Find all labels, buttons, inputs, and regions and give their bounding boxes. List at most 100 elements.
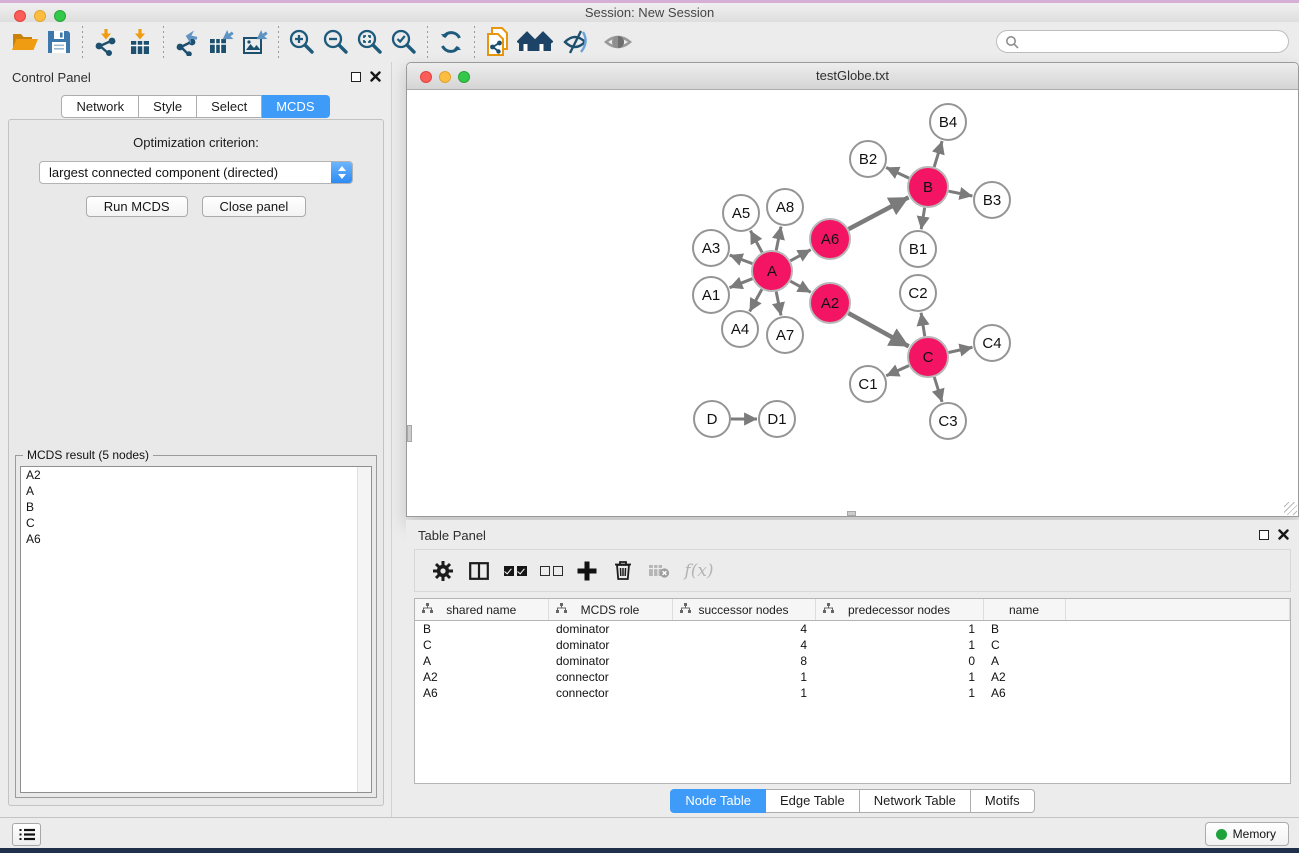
column-header-name[interactable]: name xyxy=(983,599,1065,621)
node-C[interactable]: C xyxy=(908,337,948,377)
column-header-successor-nodes[interactable]: successor nodes xyxy=(672,599,815,621)
close-window-button[interactable] xyxy=(14,10,26,22)
table-row[interactable]: Cdominator 41 C xyxy=(415,637,1290,653)
show-hide-details-icon[interactable] xyxy=(555,26,597,58)
table-row[interactable]: Adominator 80 A xyxy=(415,653,1290,669)
horizontal-scrollbar-thumb[interactable] xyxy=(847,511,856,516)
node-C1[interactable]: C1 xyxy=(850,366,886,402)
table-row[interactable]: Bdominator 41 B xyxy=(415,621,1290,638)
zoom-fit-icon[interactable] xyxy=(353,26,387,58)
list-item[interactable]: A xyxy=(21,483,371,499)
home-icon[interactable] xyxy=(515,26,555,58)
network-from-selection-icon[interactable] xyxy=(481,26,515,58)
edge-C-C1[interactable] xyxy=(886,366,909,376)
edge-A-A1[interactable] xyxy=(730,279,753,288)
list-item[interactable]: B xyxy=(21,499,371,515)
function-builder-icon[interactable]: f(x) xyxy=(677,556,721,586)
list-item[interactable]: C xyxy=(21,515,371,531)
node-D[interactable]: D xyxy=(694,401,730,437)
tab-network[interactable]: Network xyxy=(61,95,139,118)
minimize-window-button[interactable] xyxy=(34,10,46,22)
open-session-icon[interactable] xyxy=(8,26,42,58)
resize-grip[interactable] xyxy=(1284,502,1297,515)
memory-button[interactable]: Memory xyxy=(1205,822,1289,846)
float-panel-icon[interactable] xyxy=(351,72,361,82)
node-C4[interactable]: C4 xyxy=(974,325,1010,361)
vertical-scrollbar-thumb[interactable] xyxy=(407,425,412,442)
network-window-titlebar[interactable]: testGlobe.txt xyxy=(407,63,1298,90)
export-table-icon[interactable] xyxy=(204,26,238,58)
search-input[interactable] xyxy=(1023,34,1288,50)
export-image-icon[interactable] xyxy=(238,26,272,58)
close-network-button[interactable] xyxy=(420,71,432,83)
tab-motifs[interactable]: Motifs xyxy=(971,789,1035,813)
delete-columns-icon[interactable] xyxy=(605,556,641,586)
node-B4[interactable]: B4 xyxy=(930,104,966,140)
edge-A-A5[interactable] xyxy=(750,231,762,253)
run-mcds-button[interactable]: Run MCDS xyxy=(86,196,188,217)
node-B2[interactable]: B2 xyxy=(850,141,886,177)
edge-A-A3[interactable] xyxy=(730,255,753,264)
edge-B-B1[interactable] xyxy=(921,208,924,230)
node-B3[interactable]: B3 xyxy=(974,182,1010,218)
tab-select[interactable]: Select xyxy=(197,95,262,118)
column-header-predecessor-nodes[interactable]: predecessor nodes xyxy=(815,599,983,621)
edge-A-A2[interactable] xyxy=(790,281,810,292)
edge-C-C3[interactable] xyxy=(934,377,942,402)
task-history-button[interactable] xyxy=(12,823,41,846)
node-A6[interactable]: A6 xyxy=(810,219,850,259)
node-A[interactable]: A xyxy=(752,251,792,291)
column-header-shared-name[interactable]: shared name xyxy=(415,599,548,621)
edge-B-B3[interactable] xyxy=(949,191,973,196)
zoom-in-icon[interactable] xyxy=(285,26,319,58)
node-A8[interactable]: A8 xyxy=(767,189,803,225)
node-A5[interactable]: A5 xyxy=(723,195,759,231)
column-header-mcds-role[interactable]: MCDS role xyxy=(548,599,672,621)
tab-node-table[interactable]: Node Table xyxy=(670,789,766,813)
tab-network-table[interactable]: Network Table xyxy=(860,789,971,813)
edge-B-B4[interactable] xyxy=(934,141,942,167)
criterion-dropdown[interactable]: largest connected component (directed) xyxy=(39,161,353,184)
save-session-icon[interactable] xyxy=(42,26,76,58)
node-A7[interactable]: A7 xyxy=(767,317,803,353)
show-column-icon[interactable] xyxy=(461,556,497,586)
zoom-out-icon[interactable] xyxy=(319,26,353,58)
search-field[interactable] xyxy=(996,30,1289,53)
edge-B-B2[interactable] xyxy=(886,167,909,178)
list-scrollbar[interactable] xyxy=(357,467,371,792)
minimize-network-button[interactable] xyxy=(439,71,451,83)
edge-C-C2[interactable] xyxy=(921,313,925,336)
import-table-icon[interactable] xyxy=(123,26,157,58)
preview-icon[interactable] xyxy=(597,26,639,58)
node-B[interactable]: B xyxy=(908,167,948,207)
zoom-selected-icon[interactable] xyxy=(387,26,421,58)
table-row[interactable]: A2connector 11 A2 xyxy=(415,669,1290,685)
zoom-window-button[interactable] xyxy=(54,10,66,22)
refresh-layout-icon[interactable] xyxy=(434,26,468,58)
list-item[interactable]: A6 xyxy=(21,531,371,547)
edge-A6-B[interactable] xyxy=(849,197,909,229)
list-item[interactable]: A2 xyxy=(21,467,371,483)
node-A2[interactable]: A2 xyxy=(810,283,850,323)
close-panel-icon[interactable] xyxy=(1278,529,1289,540)
edge-C-C4[interactable] xyxy=(949,347,973,352)
node-C3[interactable]: C3 xyxy=(930,403,966,439)
edge-A-A6[interactable] xyxy=(790,250,810,261)
export-network-icon[interactable] xyxy=(170,26,204,58)
table-row[interactable]: A6connector 11 A6 xyxy=(415,685,1290,701)
edge-A2-C[interactable] xyxy=(848,313,908,346)
create-column-icon[interactable] xyxy=(569,556,605,586)
edge-A-A4[interactable] xyxy=(750,289,762,311)
unselect-all-columns-icon[interactable] xyxy=(533,556,569,586)
node-A3[interactable]: A3 xyxy=(693,230,729,266)
settings-icon[interactable] xyxy=(425,556,461,586)
close-panel-icon[interactable] xyxy=(370,71,381,82)
edge-A-A7[interactable] xyxy=(776,292,781,316)
node-C2[interactable]: C2 xyxy=(900,275,936,311)
zoom-network-button[interactable] xyxy=(458,71,470,83)
delete-table-icon[interactable] xyxy=(641,556,677,586)
tab-edge-table[interactable]: Edge Table xyxy=(766,789,860,813)
node-D1[interactable]: D1 xyxy=(759,401,795,437)
tab-mcds[interactable]: MCDS xyxy=(262,95,329,118)
float-panel-icon[interactable] xyxy=(1259,530,1269,540)
